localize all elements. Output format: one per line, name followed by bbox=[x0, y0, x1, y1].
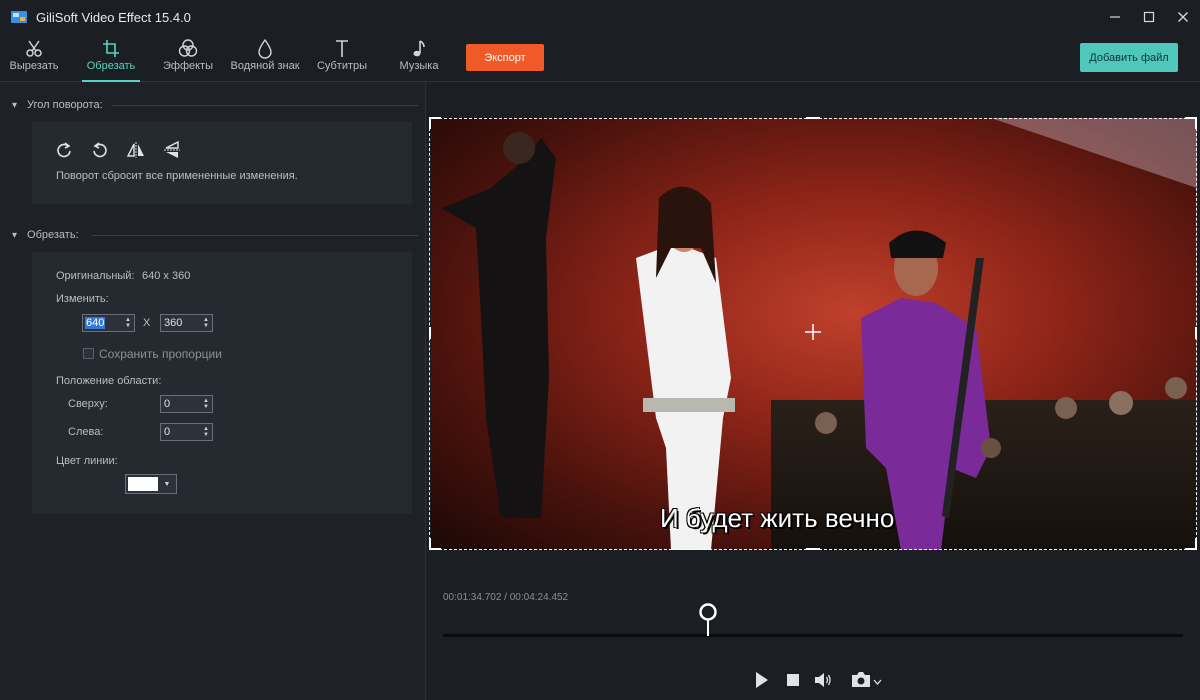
tab-crop-label: Обрезать bbox=[86, 60, 136, 72]
close-button[interactable] bbox=[1166, 0, 1200, 34]
move-crosshair-icon[interactable] bbox=[805, 324, 821, 340]
minimize-button[interactable] bbox=[1098, 0, 1132, 34]
video-subtitle: И будет жить вечно bbox=[660, 503, 895, 533]
top-offset-input[interactable]: 0 ▲ ▼ bbox=[160, 395, 213, 413]
crop-handle[interactable] bbox=[1195, 538, 1197, 550]
tab-music-label: Музыка bbox=[399, 60, 439, 72]
app-title: GiliSoft Video Effect 15.4.0 bbox=[36, 9, 191, 25]
rotation-section-header[interactable]: ▾ Угол поворота: bbox=[12, 97, 103, 113]
main-toolbar: Вырезать Обрезать Эффекты Водяной знак С… bbox=[0, 34, 1200, 82]
scissors-icon bbox=[26, 40, 42, 57]
rotation-note: Поворот сбросит все примененные изменени… bbox=[56, 170, 298, 182]
effects-icon bbox=[178, 39, 198, 57]
time-separator: / bbox=[501, 592, 510, 603]
total-time: 00:04:24.452 bbox=[509, 592, 569, 603]
tab-watermark-label: Водяной знак bbox=[230, 60, 300, 72]
crop-handle[interactable] bbox=[429, 327, 431, 339]
section-divider bbox=[92, 235, 418, 236]
music-icon bbox=[413, 40, 425, 57]
keep-ratio-checkbox[interactable] bbox=[83, 348, 94, 359]
maximize-button[interactable] bbox=[1132, 0, 1166, 34]
timeline-track[interactable] bbox=[443, 634, 1183, 637]
chevron-down-icon: ▾ bbox=[12, 99, 18, 111]
rotation-card: Поворот сбросит все примененные изменени… bbox=[32, 122, 412, 204]
width-input[interactable]: 640 ▲ ▼ bbox=[82, 314, 135, 332]
change-size-label: Изменить: bbox=[56, 293, 109, 305]
left-offset-label: Слева: bbox=[68, 426, 104, 438]
chevron-down-icon[interactable] bbox=[873, 679, 882, 685]
line-color-swatch bbox=[128, 477, 158, 491]
play-icon[interactable] bbox=[754, 671, 770, 689]
crop-handle[interactable] bbox=[429, 538, 431, 550]
crop-handle[interactable] bbox=[806, 548, 820, 550]
crop-handle[interactable] bbox=[429, 117, 431, 129]
current-time: 00:01:34.702 bbox=[443, 592, 502, 603]
rotation-section-title: Угол поворота: bbox=[27, 99, 103, 111]
playhead-handle[interactable] bbox=[698, 602, 718, 636]
crop-section-header[interactable]: ▾ Обрезать: bbox=[12, 227, 79, 243]
tab-effects-label: Эффекты bbox=[162, 60, 213, 72]
app-logo-icon bbox=[11, 11, 27, 23]
spinner-arrows-icon[interactable]: ▲ ▼ bbox=[122, 317, 134, 329]
crop-handle[interactable] bbox=[806, 117, 820, 119]
timecode: 00:01:34.702 / 00:04:24.452 bbox=[443, 592, 568, 603]
height-input[interactable]: 360 ▲ ▼ bbox=[160, 314, 213, 332]
tab-music[interactable]: Музыка bbox=[394, 38, 444, 82]
tab-watermark[interactable]: Водяной знак bbox=[228, 38, 302, 82]
crop-handle[interactable] bbox=[1195, 327, 1197, 339]
spinner-arrows-icon[interactable]: ▲ ▼ bbox=[200, 317, 212, 329]
line-color-label: Цвет линии: bbox=[56, 455, 118, 467]
tab-crop[interactable]: Обрезать bbox=[82, 38, 140, 82]
tab-cut-label: Вырезать bbox=[9, 60, 59, 72]
keep-ratio-label: Сохранить пропорции bbox=[99, 347, 222, 361]
snapshot-camera-icon[interactable] bbox=[851, 671, 871, 688]
crop-icon bbox=[103, 40, 119, 57]
crop-handle[interactable] bbox=[1195, 117, 1197, 129]
tab-subtitles[interactable]: Субтитры bbox=[314, 38, 370, 82]
stop-icon[interactable] bbox=[786, 673, 800, 687]
chevron-down-icon: ▼ bbox=[163, 480, 171, 488]
section-divider bbox=[112, 105, 418, 106]
spinner-arrows-icon[interactable]: ▲ ▼ bbox=[200, 426, 212, 438]
tab-cut[interactable]: Вырезать bbox=[6, 38, 62, 82]
spinner-arrows-icon[interactable]: ▲ ▼ bbox=[200, 398, 212, 410]
left-offset-input[interactable]: 0 ▲ ▼ bbox=[160, 423, 213, 441]
size-separator: X bbox=[143, 317, 151, 329]
settings-panel: ▾ Угол поворота: Поворот сбросит все при… bbox=[0, 83, 426, 700]
flip-vertical-icon[interactable] bbox=[162, 140, 182, 160]
tab-effects[interactable]: Эффекты bbox=[160, 38, 216, 82]
close-icon bbox=[1178, 12, 1188, 22]
title-bar: GiliSoft Video Effect 15.4.0 bbox=[0, 0, 1200, 34]
watermark-icon bbox=[258, 38, 272, 59]
volume-icon[interactable] bbox=[814, 672, 832, 688]
height-value: 360 bbox=[164, 317, 183, 329]
original-size-label: Оригинальный: bbox=[56, 270, 135, 282]
rotate-cw-icon[interactable] bbox=[54, 140, 74, 160]
tab-subtitles-label: Субтитры bbox=[316, 60, 368, 72]
export-button[interactable]: Экспорт bbox=[466, 44, 544, 71]
text-icon bbox=[336, 40, 348, 57]
chevron-down-icon: ▾ bbox=[12, 229, 18, 241]
top-offset-value: 0 bbox=[164, 398, 171, 410]
original-size-value: 640 x 360 bbox=[142, 270, 191, 282]
rotate-ccw-icon[interactable] bbox=[90, 140, 110, 160]
minimize-icon bbox=[1110, 16, 1120, 18]
width-value: 640 bbox=[85, 317, 106, 329]
add-file-button[interactable]: Добавить файл bbox=[1080, 43, 1178, 72]
line-color-picker[interactable]: ▼ bbox=[125, 474, 177, 494]
top-offset-label: Сверху: bbox=[68, 398, 108, 410]
crop-section-title: Обрезать: bbox=[27, 229, 79, 241]
area-position-label: Положение области: bbox=[56, 375, 162, 387]
flip-horizontal-icon[interactable] bbox=[126, 140, 146, 160]
left-offset-value: 0 bbox=[164, 426, 171, 438]
maximize-icon bbox=[1143, 11, 1155, 23]
